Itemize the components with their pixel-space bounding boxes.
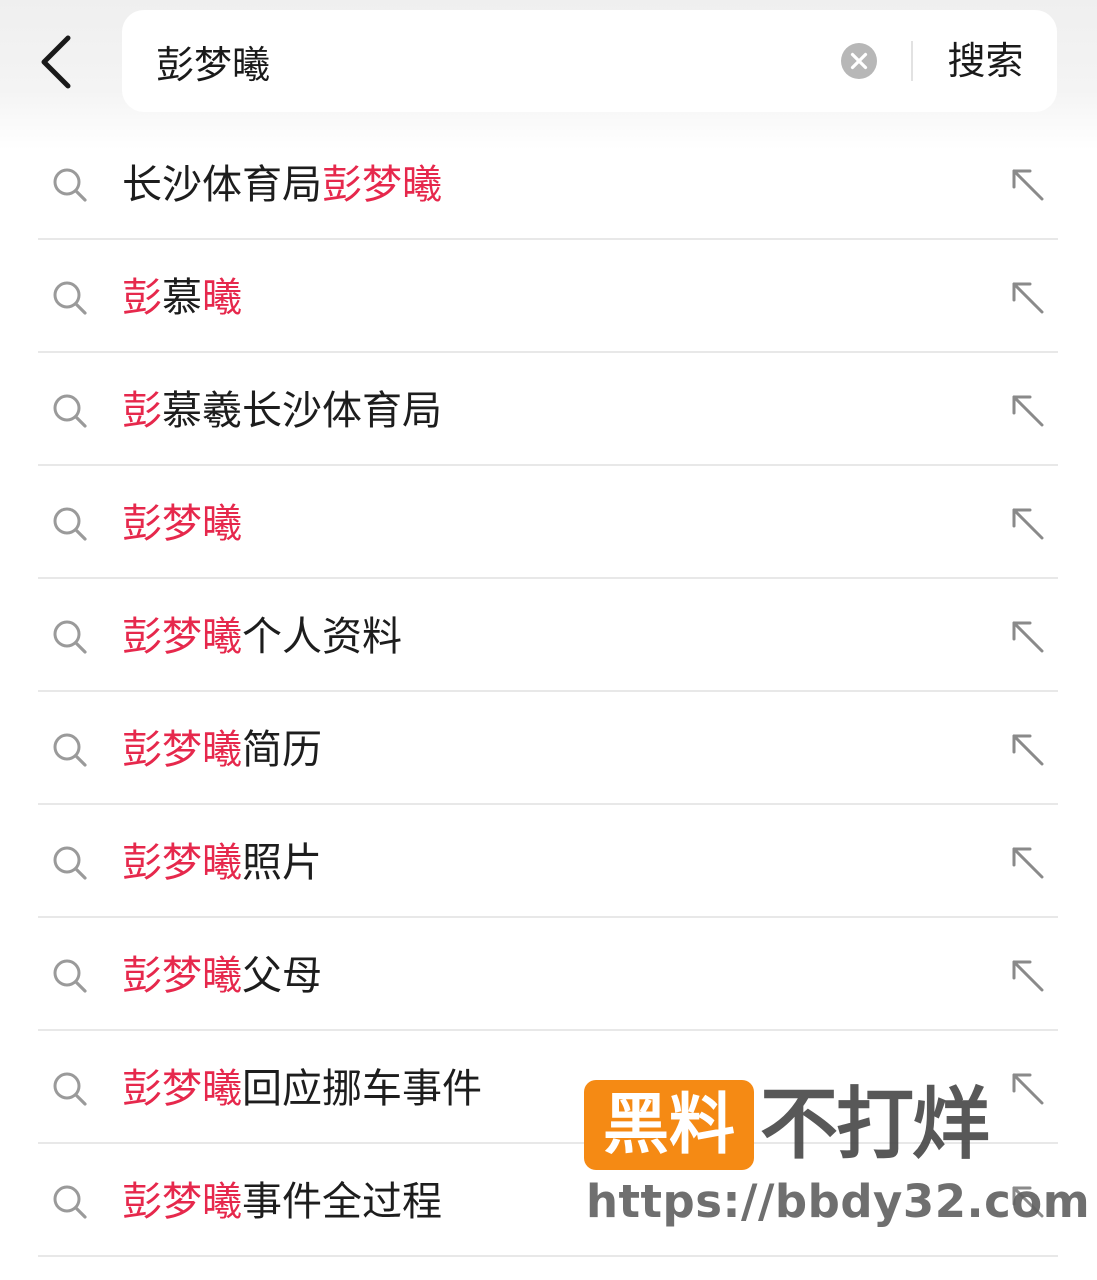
- suggestion-item[interactable]: 长沙体育局彭梦曦: [0, 127, 1097, 240]
- suggestion-item[interactable]: 彭慕羲长沙体育局: [0, 353, 1097, 466]
- suggestion-item[interactable]: 彭梦曦事件全过程: [0, 1144, 1097, 1257]
- arrow-up-left-icon[interactable]: [1008, 1069, 1046, 1107]
- suggestion-text: 彭梦曦事件全过程: [122, 1174, 442, 1230]
- suggestion-text: 彭梦曦: [122, 496, 242, 552]
- arrow-up-left-icon[interactable]: [1008, 617, 1046, 655]
- suggestion-match-text: 彭梦曦: [122, 614, 242, 660]
- search-button[interactable]: 搜索: [928, 36, 1043, 86]
- suggestion-item[interactable]: 彭梦曦父母: [0, 918, 1097, 1031]
- suggestion-match-text: 彭梦曦: [122, 1066, 242, 1112]
- suggestion-text: 彭慕曦: [122, 270, 242, 326]
- arrow-up-left-icon[interactable]: [1008, 278, 1046, 316]
- suggestion-match-text: 曦: [202, 275, 242, 321]
- suggestion-rest-text: 慕羲长沙体育局: [162, 388, 442, 434]
- arrow-up-left-icon[interactable]: [1008, 843, 1046, 881]
- search-icon: [53, 1185, 87, 1219]
- arrow-up-left-icon[interactable]: [1008, 391, 1046, 429]
- suggestion-rest-text: 回应挪车事件: [242, 1066, 482, 1112]
- suggestion-text: 彭梦曦父母: [122, 948, 322, 1004]
- suggestion-match-text: 彭梦曦: [322, 162, 442, 208]
- suggestion-item[interactable]: 彭慕曦: [0, 240, 1097, 353]
- chevron-left-icon: [41, 35, 71, 89]
- suggestion-text: 彭梦曦照片: [122, 835, 322, 891]
- back-button[interactable]: [30, 30, 90, 94]
- suggestion-match-text: 彭: [122, 275, 162, 321]
- suggestion-item[interactable]: 彭梦曦简历: [0, 692, 1097, 805]
- search-icon: [53, 168, 87, 202]
- arrow-up-left-icon[interactable]: [1008, 956, 1046, 994]
- clear-circle-x-icon: [841, 43, 877, 79]
- search-icon: [53, 620, 87, 654]
- suggestion-match-text: 彭梦曦: [122, 727, 242, 773]
- suggestion-match-text: 彭: [122, 388, 162, 434]
- search-icon: [53, 959, 87, 993]
- suggestion-match-text: 彭梦曦: [122, 840, 242, 886]
- arrow-up-left-icon[interactable]: [1008, 165, 1046, 203]
- suggestion-item[interactable]: 彭梦曦: [0, 466, 1097, 579]
- suggestion-match-text: 彭梦曦: [122, 953, 242, 999]
- suggestion-list: 长沙体育局彭梦曦 彭慕曦 彭慕羲长沙体育局 彭梦曦 彭梦曦个人资料 彭梦曦简历 彭梦曦照片彭…: [0, 127, 1097, 1257]
- suggestion-item[interactable]: 彭梦曦个人资料: [0, 579, 1097, 692]
- suggestion-match-text: 彭梦曦: [122, 1179, 242, 1225]
- suggestion-item[interactable]: 彭梦曦照片: [0, 805, 1097, 918]
- search-icon: [53, 846, 87, 880]
- suggestion-match-text: 彭梦曦: [122, 501, 242, 547]
- arrow-up-left-icon[interactable]: [1008, 1182, 1046, 1220]
- search-icon: [53, 1072, 87, 1106]
- suggestion-text: 彭梦曦个人资料: [122, 609, 402, 665]
- clear-button[interactable]: [840, 42, 878, 80]
- suggestion-rest-text: 长沙体育局: [122, 162, 322, 208]
- suggestion-rest-text: 慕: [162, 275, 202, 321]
- search-icon: [53, 281, 87, 315]
- suggestion-rest-text: 事件全过程: [242, 1179, 442, 1225]
- search-icon: [53, 733, 87, 767]
- arrow-up-left-icon[interactable]: [1008, 504, 1046, 542]
- search-icon: [53, 507, 87, 541]
- suggestion-text: 彭梦曦回应挪车事件: [122, 1061, 482, 1117]
- suggestion-item[interactable]: 彭梦曦回应挪车事件: [0, 1031, 1097, 1144]
- suggestion-text: 彭慕羲长沙体育局: [122, 383, 442, 439]
- search-divider: [911, 41, 913, 81]
- search-icon: [53, 394, 87, 428]
- search-box: 搜索: [122, 10, 1057, 112]
- search-input[interactable]: [156, 32, 836, 90]
- suggestion-rest-text: 简历: [242, 727, 322, 773]
- suggestion-rest-text: 照片: [242, 840, 322, 886]
- suggestion-text: 彭梦曦简历: [122, 722, 322, 778]
- suggestion-rest-text: 个人资料: [242, 614, 402, 660]
- suggestion-rest-text: 父母: [242, 953, 322, 999]
- suggestion-text: 长沙体育局彭梦曦: [122, 157, 442, 213]
- arrow-up-left-icon[interactable]: [1008, 730, 1046, 768]
